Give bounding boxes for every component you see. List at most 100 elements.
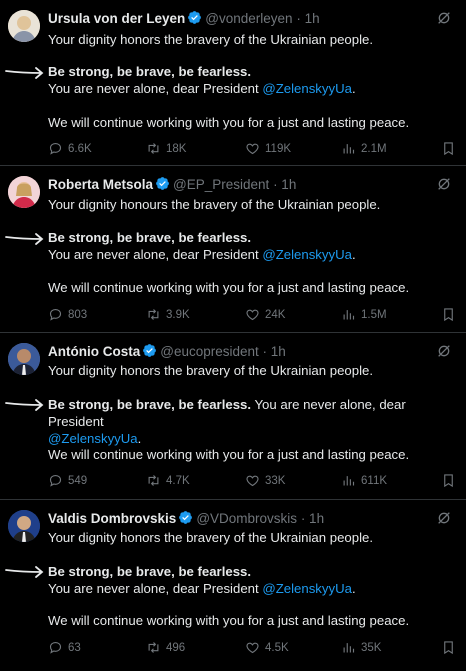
bookmark-button[interactable] bbox=[441, 473, 456, 488]
verified-icon bbox=[142, 343, 157, 358]
tweet-header: António Costa @eucopresident · 1h bbox=[48, 343, 426, 360]
repost-icon bbox=[146, 640, 161, 655]
author-handle[interactable]: @vonderleyen bbox=[205, 11, 292, 26]
views-button[interactable]: 1.5M bbox=[341, 307, 387, 322]
views-button[interactable]: 611K bbox=[341, 473, 387, 488]
tweet-header: Roberta Metsola @EP_President · 1h bbox=[48, 176, 426, 193]
tweet[interactable]: Valdis Dombrovskis @VDombrovskis · 1h You… bbox=[0, 500, 466, 671]
author-name[interactable]: Roberta Metsola bbox=[48, 177, 153, 192]
action-bar: 549 4.7K 33K 611K bbox=[48, 473, 456, 489]
mention-link[interactable]: @ZelenskyyUa bbox=[262, 81, 352, 96]
views-button[interactable]: 35K bbox=[341, 640, 381, 655]
reply-button[interactable]: 803 bbox=[48, 307, 87, 322]
reply-button[interactable]: 6.6K bbox=[48, 141, 92, 156]
reply-count: 549 bbox=[68, 474, 88, 487]
verified-icon bbox=[155, 176, 170, 191]
tweet-line: Be strong, be brave, be fearless. You ar… bbox=[48, 396, 452, 447]
author-handle[interactable]: @eucopresident bbox=[160, 344, 259, 359]
author-handle[interactable]: @VDombrovskis bbox=[196, 511, 297, 526]
bookmark-button[interactable] bbox=[441, 141, 456, 156]
grok-icon[interactable] bbox=[436, 510, 452, 526]
action-bar: 63 496 4.5K 35K bbox=[48, 640, 456, 656]
views-button[interactable]: 2.1M bbox=[341, 141, 387, 156]
reply-count: 6.6K bbox=[68, 142, 92, 155]
tweet-line: You are never alone, dear President @Zel… bbox=[48, 580, 452, 597]
views-count: 611K bbox=[361, 474, 388, 487]
text-segment: . bbox=[351, 247, 356, 262]
repost-count: 18K bbox=[166, 142, 187, 155]
views-icon bbox=[341, 307, 356, 322]
author-handle[interactable]: @EP_President bbox=[173, 177, 269, 192]
timestamp[interactable]: · 1h bbox=[273, 177, 296, 192]
like-count: 24K bbox=[265, 308, 286, 321]
mention-link[interactable]: @ZelenskyyUa bbox=[262, 581, 352, 596]
tweet-line: We will continue working with you for a … bbox=[48, 613, 410, 628]
arrow-icon bbox=[4, 398, 46, 412]
like-count: 119K bbox=[265, 142, 292, 155]
tweet-line: Your dignity honors the bravery of the U… bbox=[48, 32, 374, 47]
text-segment: . bbox=[351, 581, 356, 596]
mention-link[interactable]: @ZelenskyyUa bbox=[262, 247, 352, 262]
author-name[interactable]: Ursula von der Leyen bbox=[48, 11, 185, 26]
like-button[interactable]: 4.5K bbox=[245, 640, 289, 655]
tweet-line: Your dignity honours the bravery of the … bbox=[48, 197, 381, 212]
timestamp[interactable]: · 1h bbox=[301, 511, 324, 526]
views-count: 1.5M bbox=[361, 308, 387, 321]
grok-icon[interactable] bbox=[436, 10, 452, 26]
avatar[interactable] bbox=[8, 510, 40, 542]
tweet-line: We will continue working with you for a … bbox=[48, 447, 410, 462]
repost-button[interactable]: 3.9K bbox=[146, 307, 190, 322]
repost-icon bbox=[146, 141, 161, 156]
reply-button[interactable]: 63 bbox=[48, 640, 81, 655]
bookmark-button[interactable] bbox=[441, 640, 456, 655]
tweet[interactable]: António Costa @eucopresident · 1h Your di… bbox=[0, 333, 466, 500]
avatar[interactable] bbox=[8, 10, 40, 42]
avatar[interactable] bbox=[8, 176, 40, 208]
views-icon bbox=[341, 473, 356, 488]
reply-icon bbox=[48, 473, 63, 488]
repost-count: 496 bbox=[166, 641, 186, 654]
grok-icon[interactable] bbox=[436, 343, 452, 359]
reply-button[interactable]: 549 bbox=[48, 473, 87, 488]
like-button[interactable]: 119K bbox=[245, 141, 291, 156]
repost-button[interactable]: 4.7K bbox=[146, 473, 190, 488]
like-icon bbox=[245, 640, 260, 655]
timestamp[interactable]: · 1h bbox=[296, 11, 319, 26]
like-button[interactable]: 24K bbox=[245, 307, 285, 322]
tweet-line: Your dignity honors the bravery of the U… bbox=[48, 530, 374, 545]
like-icon bbox=[245, 473, 260, 488]
text-segment: . bbox=[137, 431, 142, 446]
avatar[interactable] bbox=[8, 343, 40, 375]
like-icon bbox=[245, 307, 260, 322]
views-count: 35K bbox=[361, 641, 382, 654]
tweet-header: Ursula von der Leyen @vonderleyen · 1h bbox=[48, 10, 426, 27]
bold-segment: Be strong, be brave, be fearless. bbox=[48, 397, 252, 412]
verified-icon bbox=[178, 510, 193, 525]
text-segment: You are never alone, dear President bbox=[48, 581, 263, 596]
repost-icon bbox=[146, 473, 161, 488]
tweet[interactable]: Roberta Metsola @EP_President · 1h Your d… bbox=[0, 166, 466, 333]
arrow-icon bbox=[4, 565, 46, 579]
repost-icon bbox=[146, 307, 161, 322]
reply-count: 63 bbox=[68, 641, 81, 654]
mention-link[interactable]: @ZelenskyyUa bbox=[48, 431, 138, 446]
reply-count: 803 bbox=[68, 308, 88, 321]
action-bar: 803 3.9K 24K 1.5M bbox=[48, 307, 456, 323]
author-name[interactable]: Valdis Dombrovskis bbox=[48, 511, 176, 526]
bookmark-icon bbox=[441, 473, 456, 488]
tweet-line: You are never alone, dear President @Zel… bbox=[48, 80, 452, 97]
timestamp[interactable]: · 1h bbox=[263, 344, 286, 359]
tweet-line: Your dignity honors the bravery of the U… bbox=[48, 363, 374, 378]
like-button[interactable]: 33K bbox=[245, 473, 285, 488]
repost-button[interactable]: 496 bbox=[146, 640, 185, 655]
reply-icon bbox=[48, 640, 63, 655]
grok-icon[interactable] bbox=[436, 176, 452, 192]
author-name[interactable]: António Costa bbox=[48, 344, 140, 359]
tweet-header: Valdis Dombrovskis @VDombrovskis · 1h bbox=[48, 510, 426, 527]
repost-button[interactable]: 18K bbox=[146, 141, 186, 156]
bookmark-button[interactable] bbox=[441, 307, 456, 322]
tweet[interactable]: Ursula von der Leyen @vonderleyen · 1h Yo… bbox=[0, 0, 466, 166]
verified-icon bbox=[187, 10, 202, 25]
tweet-line: We will continue working with you for a … bbox=[48, 115, 410, 130]
bookmark-icon bbox=[441, 141, 456, 156]
